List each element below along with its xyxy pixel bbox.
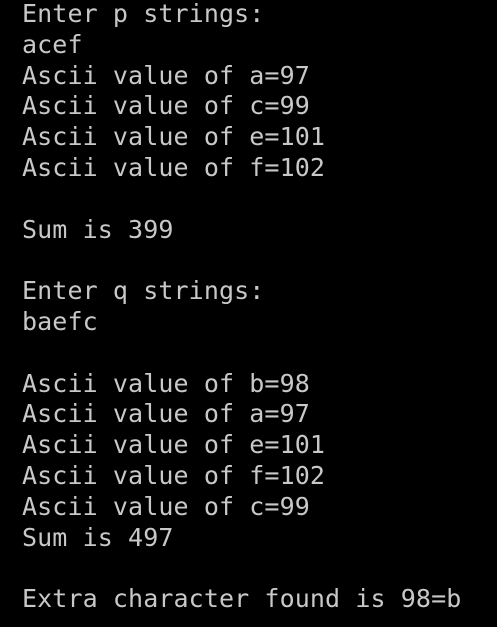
- terminal-window[interactable]: Enter p strings: acef Ascii value of a=9…: [0, 0, 497, 627]
- input-q-strings: baefc: [22, 306, 98, 336]
- extra-character-result: Extra character found is 98=b: [22, 584, 462, 614]
- output-line: Ascii value of f=102: [22, 152, 326, 182]
- output-line: Ascii value of c=99: [22, 91, 310, 121]
- sum-q-line: Sum is 497: [22, 522, 174, 552]
- input-p-strings: acef: [22, 29, 83, 59]
- output-line: Ascii value of f=102: [22, 460, 326, 490]
- output-line: Ascii value of a=97: [22, 399, 310, 429]
- output-line: Ascii value of e=101: [22, 122, 326, 152]
- output-line: Ascii value of a=97: [22, 60, 310, 90]
- output-line: Ascii value of e=101: [22, 430, 326, 460]
- output-line: Ascii value of c=99: [22, 491, 310, 521]
- prompt-p-strings: Enter p strings:: [22, 0, 265, 28]
- terminal-output: Enter p strings: acef Ascii value of a=9…: [22, 0, 497, 616]
- prompt-q-strings: Enter q strings:: [22, 276, 265, 306]
- output-line: Ascii value of b=98: [22, 368, 310, 398]
- sum-p-line: Sum is 399: [22, 214, 174, 244]
